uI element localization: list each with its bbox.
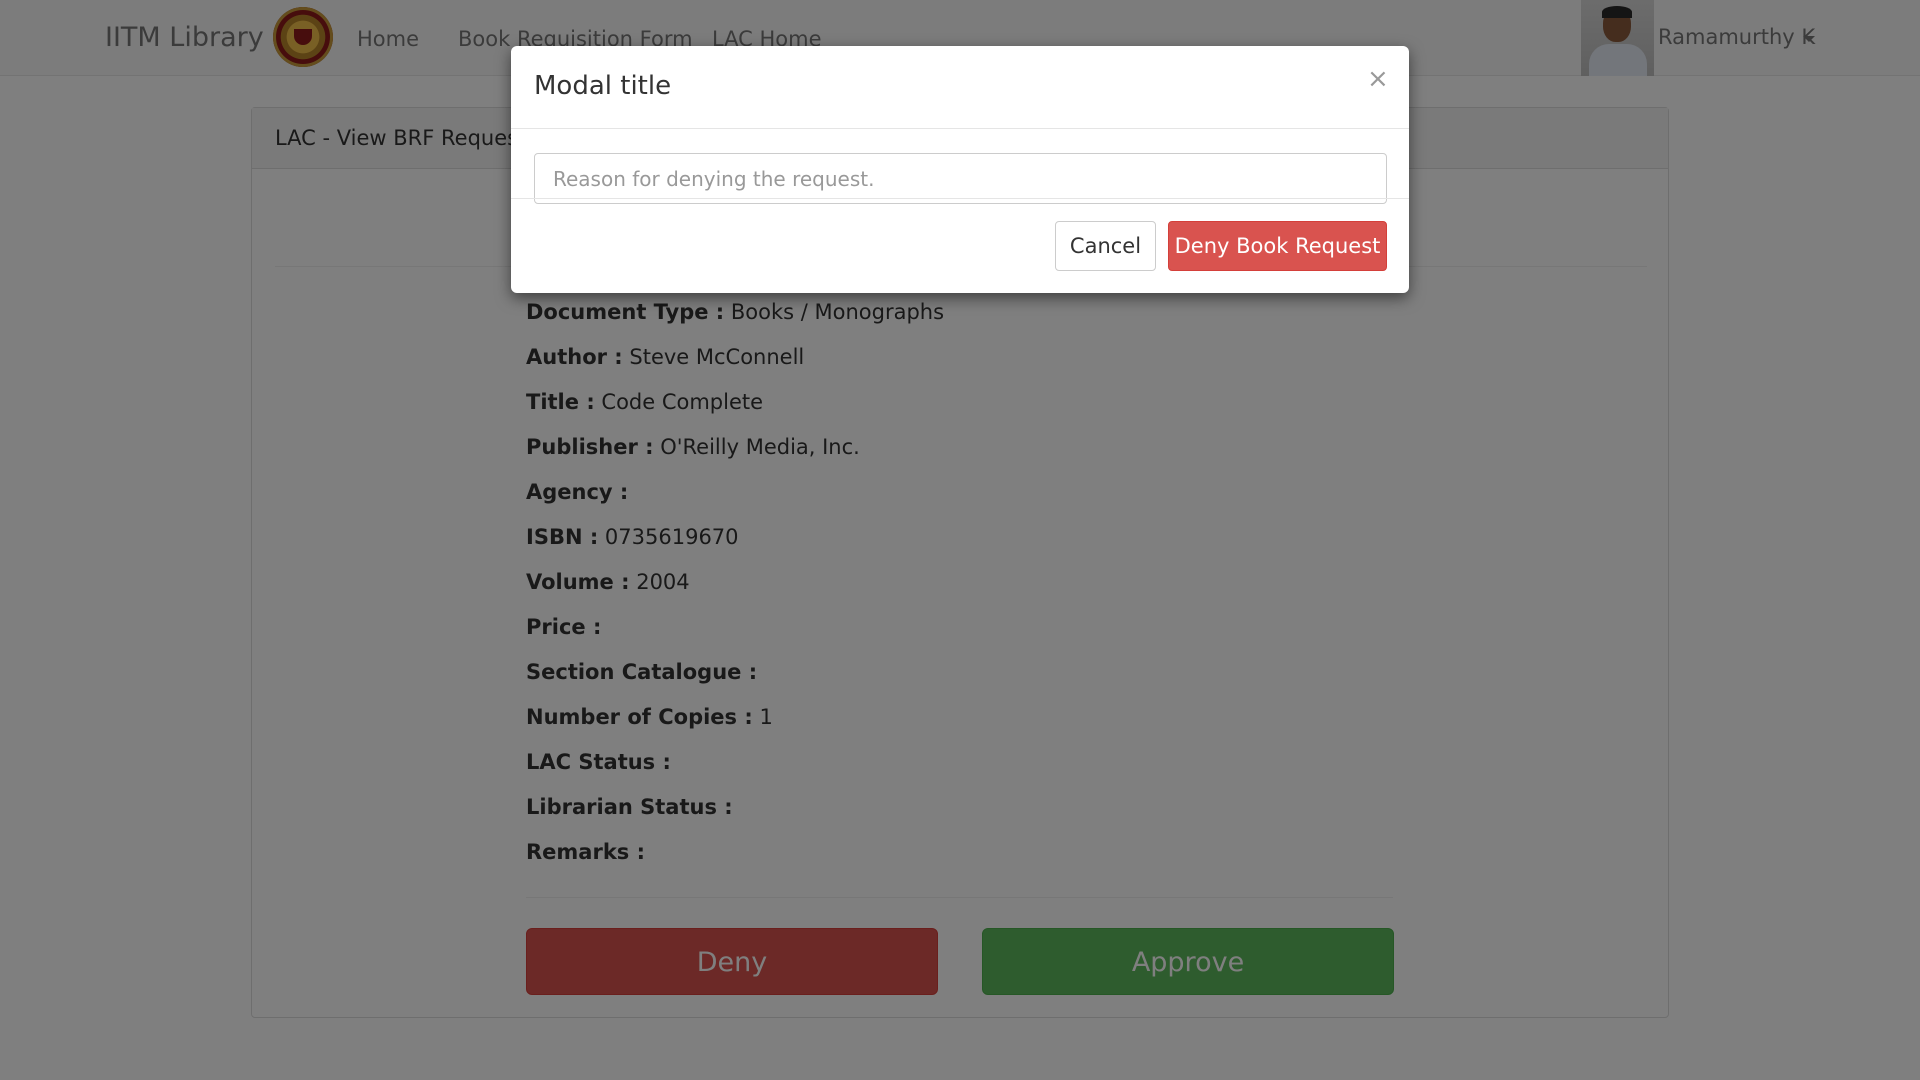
- modal-title: Modal title: [534, 71, 672, 101]
- deny-reason-modal: Modal title × Cancel Deny Book Request: [511, 46, 1409, 293]
- reason-input[interactable]: [534, 153, 1387, 204]
- divider: [511, 198, 1409, 199]
- deny-book-request-button[interactable]: Deny Book Request: [1168, 221, 1387, 271]
- close-icon[interactable]: ×: [1367, 64, 1389, 94]
- modal-header: Modal title ×: [511, 46, 1409, 129]
- cancel-button[interactable]: Cancel: [1055, 221, 1156, 271]
